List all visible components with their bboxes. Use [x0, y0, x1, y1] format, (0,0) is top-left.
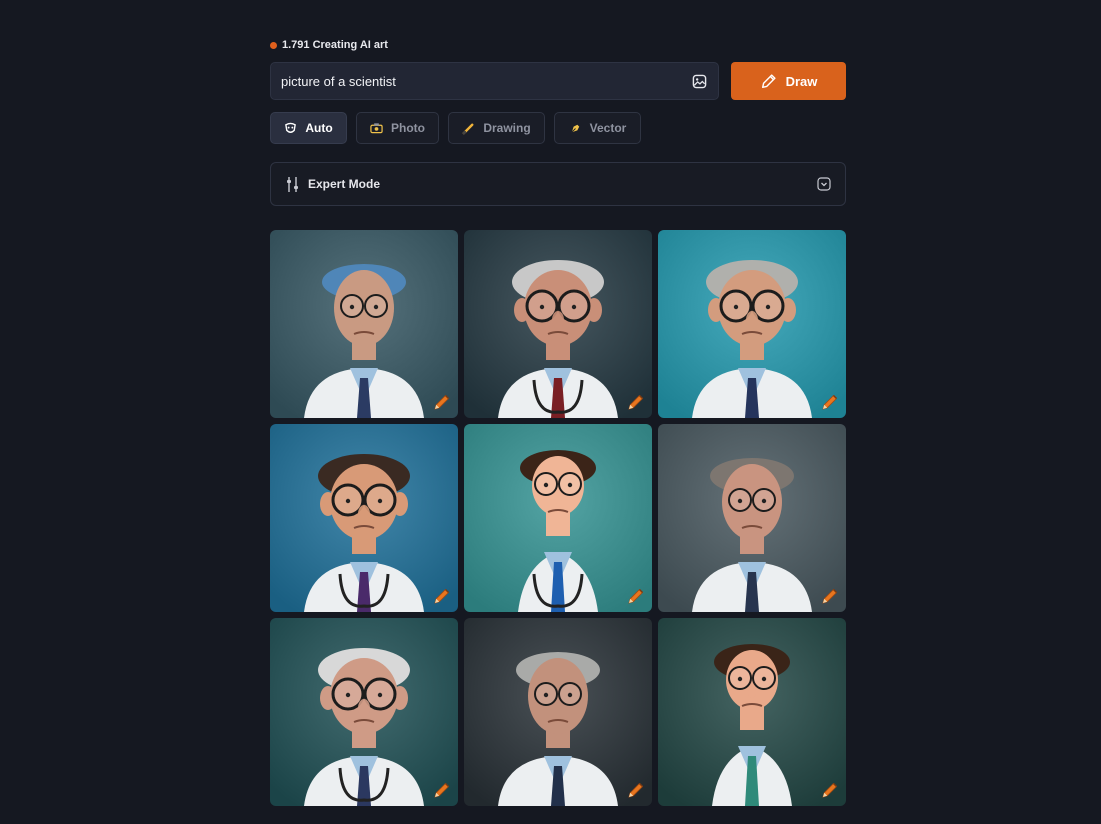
edit-pencil-icon[interactable]	[626, 392, 646, 412]
edit-pencil-icon[interactable]	[432, 392, 452, 412]
image-upload-icon[interactable]	[690, 72, 708, 90]
gallery-image[interactable]	[270, 424, 458, 612]
gallery-image[interactable]	[658, 230, 846, 418]
prompt-box[interactable]	[270, 62, 719, 100]
gallery-image[interactable]	[464, 230, 652, 418]
pencil-drawing-icon	[462, 123, 474, 134]
edit-pencil-icon[interactable]	[626, 780, 646, 800]
style-vector-button[interactable]: Vector	[554, 112, 641, 144]
style-auto-label: Auto	[305, 121, 333, 135]
style-photo-label: Photo	[391, 121, 425, 135]
scientist-portrait	[270, 618, 458, 806]
sliders-icon	[287, 176, 298, 192]
scientist-portrait	[658, 424, 846, 612]
draw-button-label: Draw	[785, 73, 818, 89]
edit-pencil-icon[interactable]	[820, 586, 840, 606]
gallery-image[interactable]	[270, 230, 458, 418]
gallery-image[interactable]	[464, 424, 652, 612]
style-photo-button[interactable]: Photo	[356, 112, 439, 144]
edit-pencil-icon[interactable]	[820, 392, 840, 412]
style-auto-button[interactable]: Auto	[270, 112, 347, 144]
style-vector-label: Vector	[589, 121, 627, 135]
live-dot-icon	[270, 41, 277, 49]
draw-button[interactable]: Draw	[731, 62, 846, 100]
scientist-portrait	[270, 424, 458, 612]
prompt-row: Draw	[270, 62, 846, 100]
gallery-image[interactable]	[658, 424, 846, 612]
edit-pencil-icon[interactable]	[626, 586, 646, 606]
gallery-image[interactable]	[270, 618, 458, 806]
style-drawing-label: Drawing	[483, 121, 531, 135]
status-indicator: 1.791 Creating AI art	[270, 38, 388, 52]
scientist-portrait	[464, 618, 652, 806]
pencil-icon	[761, 74, 776, 89]
expert-mode-toggle[interactable]: Expert Mode	[270, 162, 846, 206]
style-drawing-button[interactable]: Drawing	[448, 112, 545, 144]
edit-pencil-icon[interactable]	[432, 586, 452, 606]
scientist-portrait	[658, 230, 846, 418]
image-gallery	[270, 230, 846, 806]
edit-pencil-icon[interactable]	[432, 780, 452, 800]
scientist-portrait	[464, 230, 652, 418]
scientist-portrait	[270, 230, 458, 418]
scientist-portrait	[464, 424, 652, 612]
chevron-down-icon[interactable]	[817, 177, 831, 191]
pen-nib-icon	[571, 124, 579, 133]
style-selector: Auto Photo Drawing Vector	[270, 112, 641, 144]
status-text: 1.791 Creating AI art	[282, 39, 388, 51]
gallery-image[interactable]	[464, 618, 652, 806]
auto-icon	[285, 122, 297, 133]
gallery-image[interactable]	[658, 618, 846, 806]
scientist-portrait	[658, 618, 846, 806]
expert-mode-label: Expert Mode	[308, 177, 381, 191]
edit-pencil-icon[interactable]	[820, 780, 840, 800]
camera-icon	[370, 123, 383, 134]
prompt-input[interactable]	[281, 73, 690, 89]
